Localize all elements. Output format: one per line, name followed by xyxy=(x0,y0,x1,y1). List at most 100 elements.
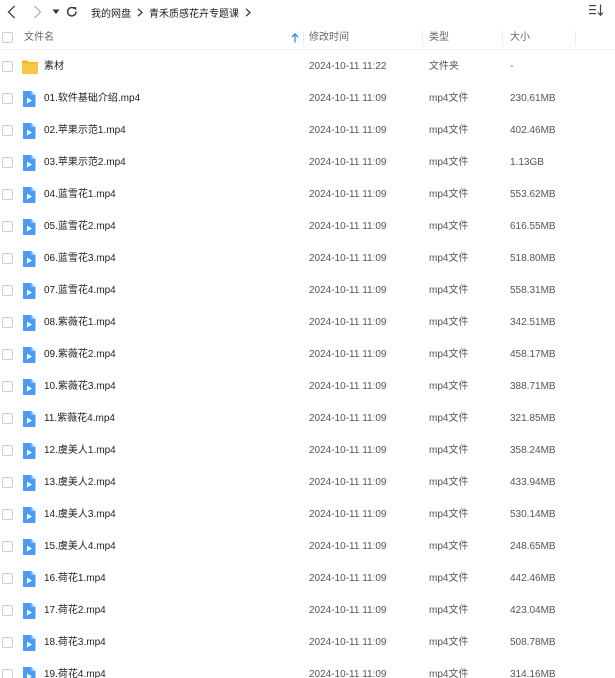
video-file-icon xyxy=(23,539,36,555)
video-file-icon xyxy=(23,379,36,395)
video-file-icon xyxy=(23,91,36,107)
file-row[interactable]: 16.荷花1.mp4 2024-10-11 11:09 mp4文件 442.46MB xyxy=(0,563,615,595)
file-size: 553.62MB xyxy=(510,189,556,200)
file-name[interactable]: 16.荷花1.mp4 xyxy=(44,563,106,595)
folder-row[interactable]: 素材 2024-10-11 11:22 文件夹 - xyxy=(0,51,615,83)
file-name[interactable]: 08.紫薇花1.mp4 xyxy=(44,307,116,339)
column-divider[interactable] xyxy=(422,30,423,46)
file-name[interactable]: 07.蓝雪花4.mp4 xyxy=(44,275,116,307)
row-checkbox[interactable] xyxy=(2,605,13,616)
file-size: 423.04MB xyxy=(510,605,556,616)
file-name[interactable]: 13.虞美人2.mp4 xyxy=(44,467,116,499)
column-divider[interactable] xyxy=(575,30,576,46)
sort-ascending-icon[interactable] xyxy=(291,33,299,43)
column-header-type[interactable]: 类型 xyxy=(429,26,449,50)
file-name[interactable]: 17.荷花2.mp4 xyxy=(44,595,106,627)
file-row[interactable]: 08.紫薇花1.mp4 2024-10-11 11:09 mp4文件 342.51MB xyxy=(0,307,615,339)
file-row[interactable]: 13.虞美人2.mp4 2024-10-11 11:09 mp4文件 433.94MB xyxy=(0,467,615,499)
file-modified-time: 2024-10-11 11:09 xyxy=(309,285,387,296)
file-size: 616.55MB xyxy=(510,221,556,232)
row-checkbox[interactable] xyxy=(2,253,13,264)
row-checkbox[interactable] xyxy=(2,157,13,168)
column-divider[interactable] xyxy=(502,30,503,46)
file-row[interactable]: 06.蓝雪花3.mp4 2024-10-11 11:09 mp4文件 518.80MB xyxy=(0,243,615,275)
back-arrow-icon[interactable] xyxy=(2,0,20,24)
file-size: 342.51MB xyxy=(510,317,556,328)
file-name[interactable]: 05.蓝雪花2.mp4 xyxy=(44,211,116,243)
file-row[interactable]: 18.荷花3.mp4 2024-10-11 11:09 mp4文件 508.78MB xyxy=(0,627,615,659)
refresh-icon[interactable] xyxy=(63,0,81,24)
row-checkbox[interactable] xyxy=(2,509,13,520)
file-row[interactable]: 11.紫薇花4.mp4 2024-10-11 11:09 mp4文件 321.85MB xyxy=(0,403,615,435)
row-checkbox[interactable] xyxy=(2,541,13,552)
breadcrumb-item-current-folder[interactable]: 青禾质感花卉专题课 xyxy=(149,5,239,20)
video-file-icon xyxy=(23,219,36,235)
file-name[interactable]: 11.紫薇花4.mp4 xyxy=(44,403,115,435)
column-header-name[interactable]: 文件名 xyxy=(24,26,54,50)
chevron-right-icon xyxy=(137,7,143,17)
file-size: 433.94MB xyxy=(510,477,556,488)
file-name[interactable]: 14.虞美人3.mp4 xyxy=(44,499,116,531)
row-checkbox[interactable] xyxy=(2,61,13,72)
file-name[interactable]: 素材 xyxy=(44,51,64,83)
file-size: - xyxy=(510,61,514,72)
file-name[interactable]: 09.紫薇花2.mp4 xyxy=(44,339,116,371)
file-name[interactable]: 12.虞美人1.mp4 xyxy=(44,435,116,467)
row-checkbox[interactable] xyxy=(2,381,13,392)
row-checkbox[interactable] xyxy=(2,669,13,678)
column-header-modified[interactable]: 修改时间 xyxy=(309,26,349,50)
file-type: mp4文件 xyxy=(429,253,469,264)
file-name[interactable]: 06.蓝雪花3.mp4 xyxy=(44,243,116,275)
file-row[interactable]: 10.紫薇花3.mp4 2024-10-11 11:09 mp4文件 388.71MB xyxy=(0,371,615,403)
row-checkbox[interactable] xyxy=(2,317,13,328)
file-name[interactable]: 15.虞美人4.mp4 xyxy=(44,531,116,563)
file-row[interactable]: 04.蓝雪花1.mp4 2024-10-11 11:09 mp4文件 553.62MB xyxy=(0,179,615,211)
file-name[interactable]: 04.蓝雪花1.mp4 xyxy=(44,179,116,211)
file-row[interactable]: 17.荷花2.mp4 2024-10-11 11:09 mp4文件 423.04MB xyxy=(0,595,615,627)
file-row[interactable]: 02.苹果示范1.mp4 2024-10-11 11:09 mp4文件 402.46M… xyxy=(0,115,615,147)
row-checkbox[interactable] xyxy=(2,285,13,296)
column-header-size[interactable]: 大小 xyxy=(510,26,530,50)
file-name[interactable]: 19.荷花4.mp4 xyxy=(44,659,106,678)
sort-list-icon[interactable] xyxy=(589,4,605,16)
file-type: mp4文件 xyxy=(429,445,469,456)
file-type: mp4文件 xyxy=(429,349,469,360)
file-row[interactable]: 14.虞美人3.mp4 2024-10-11 11:09 mp4文件 530.14MB xyxy=(0,499,615,531)
file-size: 518.80MB xyxy=(510,253,556,264)
file-type: mp4文件 xyxy=(429,413,469,424)
row-checkbox[interactable] xyxy=(2,93,13,104)
file-type: mp4文件 xyxy=(429,605,469,616)
video-file-icon xyxy=(23,443,36,459)
file-row[interactable]: 15.虞美人4.mp4 2024-10-11 11:09 mp4文件 248.65MB xyxy=(0,531,615,563)
file-name[interactable]: 18.荷花3.mp4 xyxy=(44,627,106,659)
forward-arrow-icon[interactable] xyxy=(28,0,46,24)
row-checkbox[interactable] xyxy=(2,125,13,136)
file-row[interactable]: 12.虞美人1.mp4 2024-10-11 11:09 mp4文件 358.24MB xyxy=(0,435,615,467)
navigation-bar: 我的网盘 青禾质感花卉专题课 xyxy=(0,0,615,24)
file-row[interactable]: 01.软件基础介绍.mp4 2024-10-11 11:09 mp4文件 230.61… xyxy=(0,83,615,115)
video-file-icon xyxy=(23,347,36,363)
file-name[interactable]: 01.软件基础介绍.mp4 xyxy=(44,83,140,115)
breadcrumb-item-my-drive[interactable]: 我的网盘 xyxy=(91,5,131,20)
file-row[interactable]: 03.苹果示范2.mp4 2024-10-11 11:09 mp4文件 1.13GB xyxy=(0,147,615,179)
file-row[interactable]: 07.蓝雪花4.mp4 2024-10-11 11:09 mp4文件 558.31MB xyxy=(0,275,615,307)
row-checkbox[interactable] xyxy=(2,349,13,360)
row-checkbox[interactable] xyxy=(2,445,13,456)
row-checkbox[interactable] xyxy=(2,413,13,424)
dropdown-triangle-icon[interactable] xyxy=(50,0,62,24)
row-checkbox[interactable] xyxy=(2,637,13,648)
file-name[interactable]: 10.紫薇花3.mp4 xyxy=(44,371,116,403)
column-divider[interactable] xyxy=(303,30,304,46)
select-all-checkbox[interactable] xyxy=(2,32,13,43)
file-row[interactable]: 19.荷花4.mp4 2024-10-11 11:09 mp4文件 314.16MB xyxy=(0,659,615,678)
file-type: mp4文件 xyxy=(429,189,469,200)
file-row[interactable]: 05.蓝雪花2.mp4 2024-10-11 11:09 mp4文件 616.55MB xyxy=(0,211,615,243)
row-checkbox[interactable] xyxy=(2,477,13,488)
file-modified-time: 2024-10-11 11:09 xyxy=(309,413,387,424)
file-row[interactable]: 09.紫薇花2.mp4 2024-10-11 11:09 mp4文件 458.17MB xyxy=(0,339,615,371)
file-name[interactable]: 03.苹果示范2.mp4 xyxy=(44,147,126,179)
row-checkbox[interactable] xyxy=(2,189,13,200)
row-checkbox[interactable] xyxy=(2,221,13,232)
row-checkbox[interactable] xyxy=(2,573,13,584)
file-name[interactable]: 02.苹果示范1.mp4 xyxy=(44,115,126,147)
